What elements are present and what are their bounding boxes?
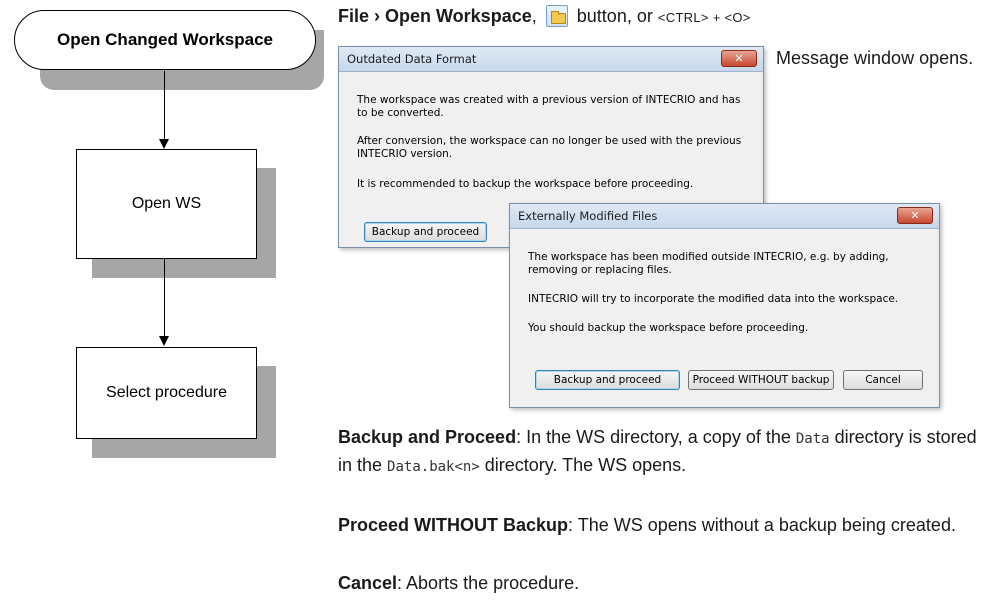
close-icon[interactable]: ✕ (897, 207, 933, 224)
message-note: Message window opens. (776, 45, 986, 71)
dialog-message: The workspace has been modified outside … (528, 251, 889, 276)
connector-line (164, 71, 165, 141)
comma: , (531, 6, 537, 26)
menu-path: File › Open Workspace (338, 6, 532, 26)
cancel-button[interactable]: Cancel (843, 370, 923, 390)
option-term: Proceed WITHOUT Backup (338, 515, 569, 535)
option-term: Backup and Proceed (338, 427, 517, 447)
flow-step-label: Select procedure (106, 384, 227, 401)
dialog-message: You should backup the workspace before p… (528, 322, 809, 334)
option-text: : Aborts the procedure. (397, 573, 580, 593)
dialog-title: Outdated Data Format (347, 52, 477, 66)
flow-step-select-procedure: Select procedure (76, 347, 257, 439)
connector-line (164, 259, 165, 338)
close-icon[interactable]: ✕ (721, 50, 757, 67)
button-word: button, or (576, 6, 653, 26)
dialog-externally-modified-files: Externally Modified Files ✕ The workspac… (509, 203, 940, 408)
backup-and-proceed-button[interactable]: Backup and proceed (364, 222, 487, 242)
flow-start-node: Open Changed Workspace (14, 10, 316, 70)
dialog-message: INTECRIO will try to incorporate the mod… (528, 293, 899, 305)
backup-and-proceed-button[interactable]: Backup and proceed (535, 370, 680, 390)
dialog-title: Externally Modified Files (518, 209, 658, 223)
dialog-titlebar[interactable]: Externally Modified Files ✕ (510, 204, 939, 229)
flow-start-label: Open Changed Workspace (56, 30, 273, 49)
dialog-titlebar[interactable]: Outdated Data Format ✕ (339, 47, 763, 72)
arrow-down-icon (159, 139, 169, 149)
open-folder-icon[interactable] (545, 5, 568, 27)
option-text: : In the WS directory, a copy of the (516, 427, 796, 447)
flow-step-open-ws: Open WS (76, 149, 257, 259)
dialog-message: It is recommended to backup the workspac… (357, 178, 694, 190)
instruction-line: File › Open Workspace, button, or <CTRL>… (338, 3, 751, 31)
keyboard-shortcut: <CTRL> + <O> (657, 10, 751, 25)
code-text: Data.bak<n> (387, 459, 480, 475)
proceed-without-backup-button[interactable]: Proceed WITHOUT backup (688, 370, 834, 390)
option-text: directory. The WS opens. (479, 455, 687, 475)
option-term: Cancel (338, 573, 398, 593)
option-proceed-description: Proceed WITHOUT Backup: The WS opens wit… (338, 512, 990, 538)
option-cancel-description: Cancel: Aborts the procedure. (338, 570, 990, 596)
message-note-text: Message window opens. (776, 48, 974, 68)
option-text: : The WS opens without a backup being cr… (568, 515, 956, 535)
flow-step-label: Open WS (131, 195, 202, 212)
dialog-message: The workspace was created with a previou… (357, 94, 741, 119)
dialog-message: After conversion, the workspace can no l… (357, 135, 742, 160)
arrow-down-icon (159, 336, 169, 346)
code-text: Data (795, 431, 830, 447)
option-backup-description: Backup and Proceed: In the WS directory,… (338, 424, 990, 480)
